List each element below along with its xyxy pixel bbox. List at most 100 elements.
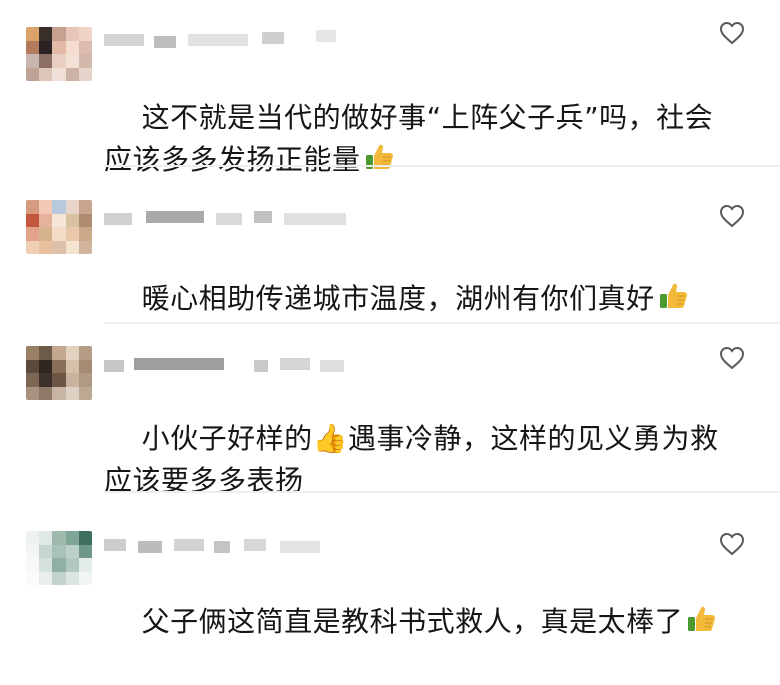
comment-text-content: 暖心相助传递城市温度，湖州有你们真好 <box>141 282 655 315</box>
avatar-pixel <box>65 67 79 81</box>
avatar-pixel <box>52 54 66 68</box>
like-heart-icon[interactable] <box>719 532 745 556</box>
username-blurred[interactable] <box>104 30 344 50</box>
avatar[interactable] <box>26 27 92 81</box>
comment-item: 父子俩这简直是教科书式救人，真是太棒了 <box>0 493 780 638</box>
avatar-pixel <box>65 544 79 558</box>
avatar-pixel <box>65 227 79 241</box>
avatar-pixel <box>78 359 92 373</box>
thumbs-up-icon <box>659 283 687 308</box>
comment-item: 小伙子好样的👍遇事冷静，这样的见义勇为救应该要多多表扬 <box>0 324 780 497</box>
avatar-pixel <box>52 531 66 545</box>
avatar-pixel <box>39 571 53 585</box>
avatar-pixel <box>52 571 66 585</box>
avatar-pixel <box>78 346 92 360</box>
avatar-pixel <box>39 213 53 227</box>
avatar-pixel <box>39 54 53 68</box>
avatar-pixel <box>52 40 66 54</box>
avatar-pixel <box>65 213 79 227</box>
avatar-pixel <box>52 240 66 254</box>
avatar-pixel <box>26 531 40 545</box>
avatar-pixel <box>26 200 40 214</box>
avatar-pixel <box>26 27 40 41</box>
avatar[interactable] <box>26 346 92 400</box>
avatar-pixel <box>78 200 92 214</box>
avatar-pixel <box>52 558 66 572</box>
avatar-pixel <box>26 240 40 254</box>
avatar-pixel <box>39 67 53 81</box>
avatar-pixel <box>26 54 40 68</box>
avatar-pixel <box>26 544 40 558</box>
avatar-pixel <box>65 346 79 360</box>
avatar-pixel <box>26 213 40 227</box>
avatar-pixel <box>39 27 53 41</box>
avatar-pixel <box>26 386 40 400</box>
avatar-pixel <box>65 27 79 41</box>
avatar[interactable] <box>26 200 92 254</box>
avatar-pixel <box>52 386 66 400</box>
like-heart-icon[interactable] <box>719 204 745 228</box>
avatar-pixel <box>78 240 92 254</box>
avatar-pixel <box>78 27 92 41</box>
avatar-pixel <box>52 200 66 214</box>
avatar-pixel <box>65 373 79 387</box>
comment-text-content: 父子俩这简直是教科书式救人，真是太棒了 <box>141 605 684 638</box>
thumbs-up-icon <box>688 606 716 631</box>
avatar-pixel <box>52 346 66 360</box>
avatar-pixel <box>52 67 66 81</box>
avatar-pixel <box>65 200 79 214</box>
avatar[interactable] <box>26 531 92 585</box>
avatar-pixel <box>65 359 79 373</box>
avatar-pixel <box>78 67 92 81</box>
avatar-pixel <box>52 213 66 227</box>
avatar-pixel <box>65 386 79 400</box>
avatar-pixel <box>78 386 92 400</box>
like-heart-icon[interactable] <box>719 21 745 45</box>
comment-item: 这不就是当代的做好事“上阵父子兵”吗，社会应该多多发扬正能量 <box>0 0 780 176</box>
avatar-pixel <box>78 40 92 54</box>
avatar-pixel <box>65 531 79 545</box>
avatar-pixel <box>52 544 66 558</box>
avatar-pixel <box>26 40 40 54</box>
avatar-pixel <box>52 373 66 387</box>
avatar-pixel <box>39 544 53 558</box>
avatar-pixel <box>52 227 66 241</box>
avatar-pixel <box>26 359 40 373</box>
comment-text: 父子俩这简直是教科书式救人，真是太棒了 <box>104 559 724 685</box>
avatar-pixel <box>39 373 53 387</box>
username-blurred[interactable] <box>104 354 374 374</box>
avatar-pixel <box>26 227 40 241</box>
avatar-pixel <box>65 240 79 254</box>
avatar-pixel <box>26 571 40 585</box>
avatar-pixel <box>78 54 92 68</box>
like-heart-icon[interactable] <box>719 346 745 370</box>
avatar-pixel <box>65 54 79 68</box>
avatar-pixel <box>78 531 92 545</box>
comment-item: 暖心相助传递城市温度，湖州有你们真好 <box>0 167 780 327</box>
avatar-pixel <box>65 40 79 54</box>
avatar-pixel <box>52 27 66 41</box>
avatar-pixel <box>26 346 40 360</box>
avatar-pixel <box>26 67 40 81</box>
avatar-pixel <box>78 571 92 585</box>
avatar-pixel <box>39 359 53 373</box>
avatar-pixel <box>39 227 53 241</box>
avatar-pixel <box>78 558 92 572</box>
avatar-pixel <box>78 213 92 227</box>
username-blurred[interactable] <box>104 535 364 555</box>
avatar-pixel <box>65 571 79 585</box>
avatar-pixel <box>26 558 40 572</box>
avatar-pixel <box>65 558 79 572</box>
avatar-pixel <box>39 240 53 254</box>
avatar-pixel <box>78 373 92 387</box>
avatar-pixel <box>39 200 53 214</box>
avatar-pixel <box>26 373 40 387</box>
avatar-pixel <box>52 359 66 373</box>
username-blurred[interactable] <box>104 209 354 229</box>
avatar-pixel <box>39 386 53 400</box>
avatar-pixel <box>78 227 92 241</box>
avatar-pixel <box>39 346 53 360</box>
avatar-pixel <box>78 544 92 558</box>
avatar-pixel <box>39 558 53 572</box>
comment-text-content: 小伙子好样的👍遇事冷静，这样的见义勇为救应该要多多表扬 <box>104 422 719 497</box>
